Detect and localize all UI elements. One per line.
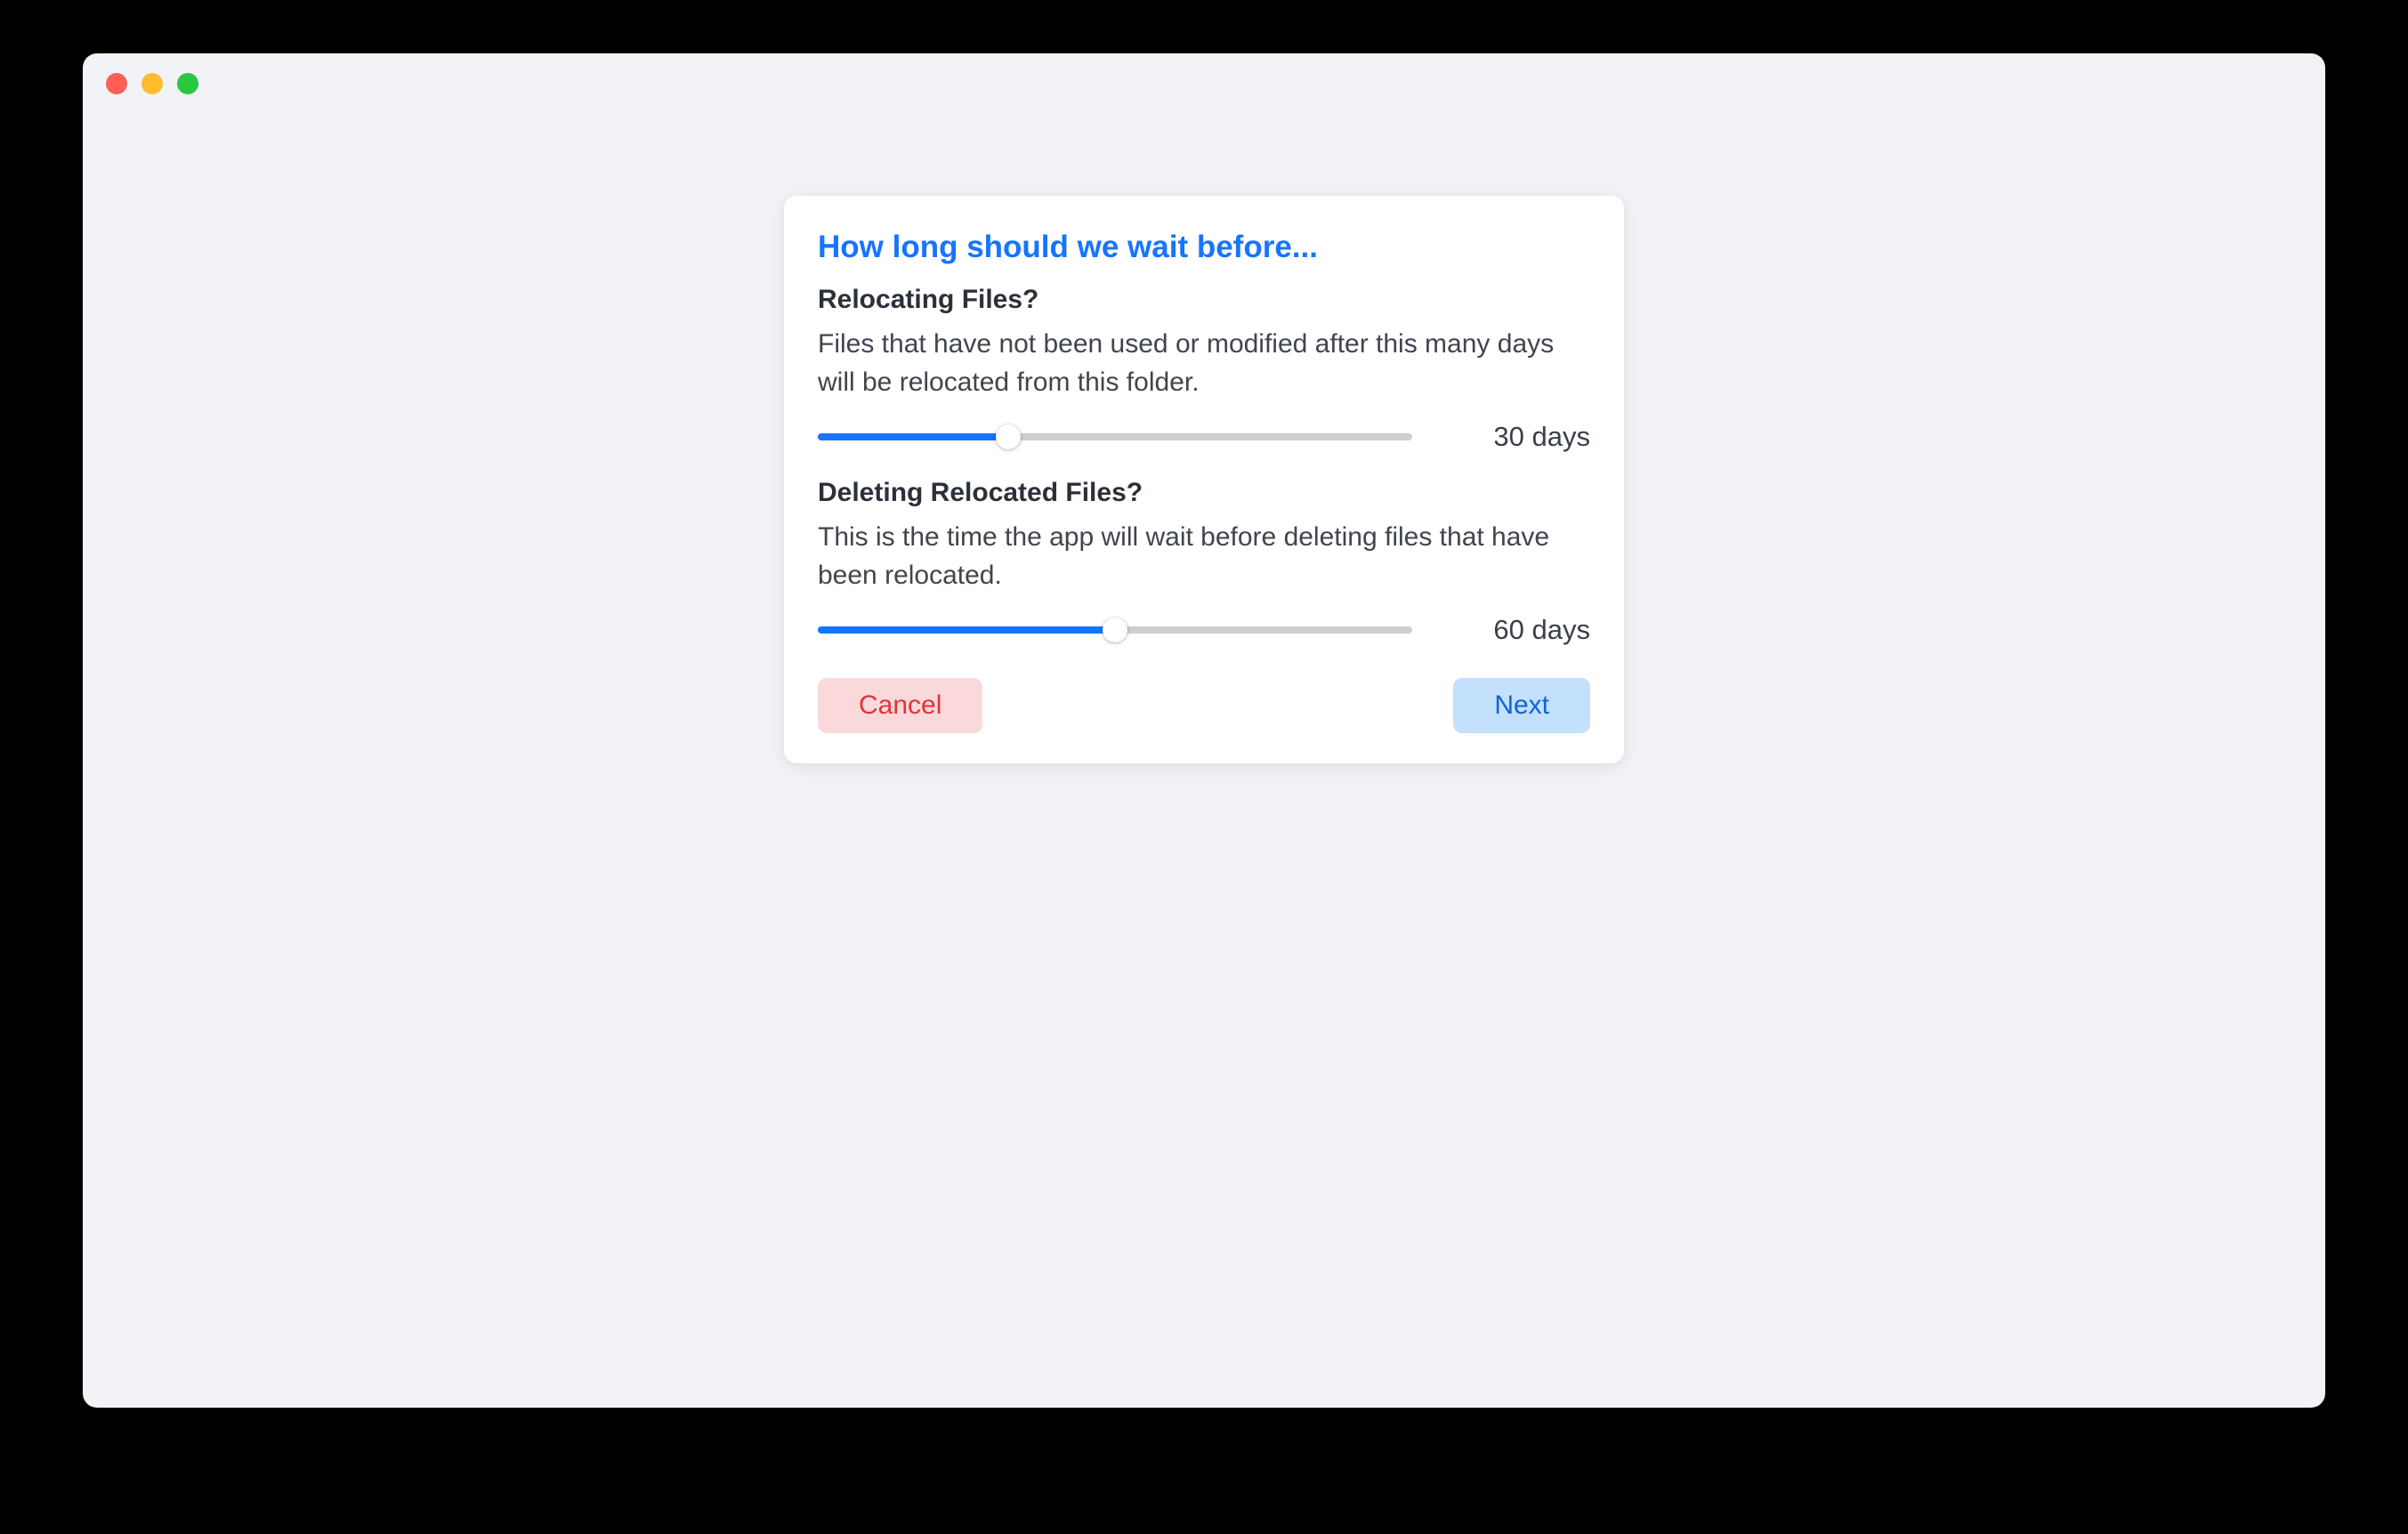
window-controls: [106, 73, 198, 94]
dialog-buttons: Cancel Next: [818, 678, 1590, 733]
deleting-heading: Deleting Relocated Files?: [818, 478, 1590, 508]
relocating-slider[interactable]: [818, 424, 1412, 449]
wait-time-dialog: How long should we wait before... Reloca…: [784, 196, 1624, 763]
relocating-heading: Relocating Files?: [818, 285, 1590, 315]
deleting-value-label: 60 days: [1466, 614, 1590, 646]
close-icon[interactable]: [106, 73, 127, 94]
relocating-description: Files that have not been used or modifie…: [818, 326, 1590, 401]
app-window: How long should we wait before... Reloca…: [83, 53, 2325, 1408]
slider-thumb[interactable]: [996, 424, 1021, 449]
deleting-slider[interactable]: [818, 618, 1412, 642]
next-button[interactable]: Next: [1453, 678, 1590, 733]
relocating-value-label: 30 days: [1466, 421, 1590, 453]
cancel-button[interactable]: Cancel: [818, 678, 982, 733]
deleting-files-section: Deleting Relocated Files? This is the ti…: [818, 478, 1590, 646]
relocating-files-section: Relocating Files? Files that have not be…: [818, 285, 1590, 453]
slider-fill: [818, 626, 1115, 634]
slider-thumb[interactable]: [1103, 618, 1127, 642]
deleting-slider-row: 60 days: [818, 614, 1590, 646]
maximize-icon[interactable]: [177, 73, 198, 94]
relocating-slider-row: 30 days: [818, 421, 1590, 453]
slider-fill: [818, 433, 1008, 440]
dialog-title: How long should we wait before...: [818, 230, 1590, 265]
deleting-description: This is the time the app will wait befor…: [818, 519, 1590, 594]
minimize-icon[interactable]: [141, 73, 163, 94]
